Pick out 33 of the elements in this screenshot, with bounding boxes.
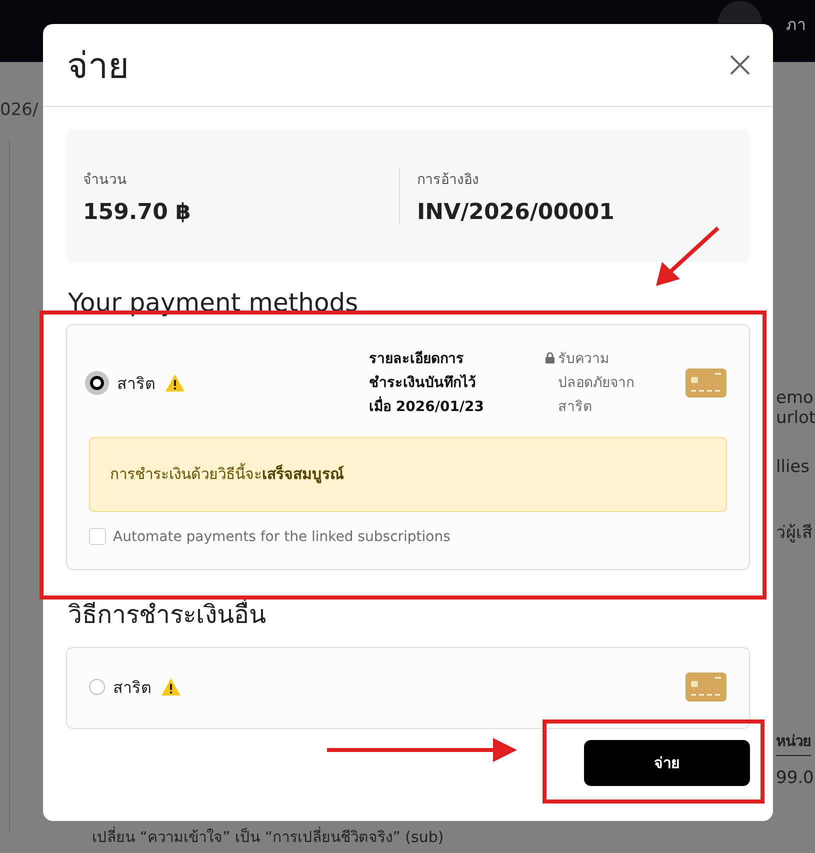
payment-details: รายละเอียดการ ชำระเงินบันทึกไว้ เมื่อ 2026/01/23 (369, 350, 486, 417)
checkbox-label: Automate payments for the linked subscriptions (113, 528, 450, 544)
language-menu[interactable]: ภา (786, 12, 806, 37)
close-icon[interactable] (729, 54, 751, 76)
radio-button[interactable] (89, 679, 105, 695)
arrow-drawing (656, 226, 720, 286)
credit-card-icon (685, 368, 727, 398)
method-name: สาริต (117, 372, 155, 394)
payment-method-card[interactable]: สาริต รายละเอียดการ ชำระเงินบันทึกไว้ เมื่อ 2026/01/23 รับความ ปลอดภัยจาก สาริต การชำระเงินด้วยวิธีนี้จะเสร็จสมบูรณ์ Automate payments for the linked subscriptions (66, 324, 750, 570)
summary-value: INV/2026/00001 (417, 200, 616, 224)
lock-icon (545, 352, 555, 364)
dialog-title: จ่าย (67, 44, 129, 88)
checkbox[interactable] (89, 528, 106, 545)
section-heading: วิธีการชำระเงินอื่น (68, 598, 267, 631)
notice-banner: การชำระเงินด้วยวิธีนี้จะเสร็จสมบูรณ์ (89, 437, 727, 512)
summary-value: 159.70 ฿ (83, 200, 192, 224)
page-text: urlot (776, 408, 815, 428)
table-header: หน่วย (776, 731, 811, 756)
summary-label: การอ้างอิง (417, 170, 480, 190)
list-item-text: เปลี่ยน “ความเข้าใจ” เป็น “การเปลี่ยนชีวิตจริง” (sub) (92, 826, 444, 848)
payment-method-card[interactable]: สาริต (66, 647, 750, 729)
page-text: emo (776, 388, 814, 408)
pay-button[interactable]: จ่าย (584, 740, 750, 786)
credit-card-icon (685, 672, 727, 702)
summary-label: จำนวน (83, 170, 128, 190)
page-text: ว่ผู้เสี (776, 523, 813, 543)
page-text: llies (776, 457, 810, 477)
search-button[interactable] (718, 1, 762, 23)
page-text: 026/ (0, 100, 40, 120)
table-cell: 99.0 (776, 768, 815, 788)
security-note: รับความ ปลอดภัยจาก สาริต (558, 350, 634, 417)
radio-button[interactable] (85, 371, 109, 395)
method-name: สาริต (113, 676, 151, 698)
